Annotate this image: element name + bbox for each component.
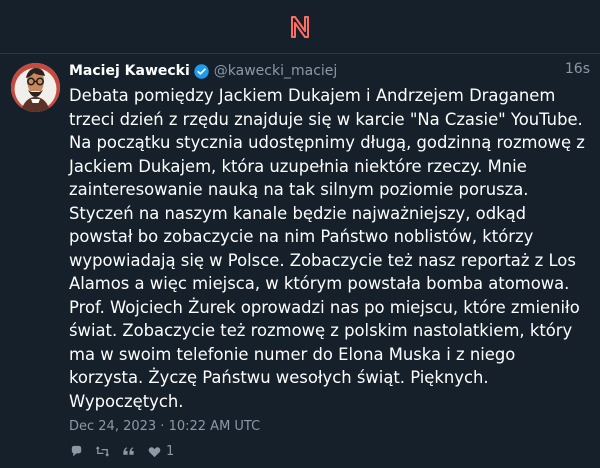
tweet-header: Maciej Kawecki @kawecki_maciej 16s	[69, 61, 590, 81]
avatar-portrait-icon	[11, 63, 60, 112]
tweet-actions: 1	[69, 441, 185, 461]
author-avatar[interactable]	[11, 63, 60, 112]
quote-icon	[123, 446, 134, 455]
author-handle[interactable]: @kawecki_maciej	[214, 63, 338, 79]
author-name[interactable]: Maciej Kawecki	[69, 63, 190, 79]
top-navigation-bar	[0, 0, 600, 54]
like-button[interactable]: 1	[147, 442, 174, 460]
reply-icon	[71, 445, 82, 456]
tweet-body: Debata pomiędzy Jackiem Dukajem i Andrze…	[69, 86, 585, 411]
quote-button[interactable]	[121, 442, 136, 460]
like-count: 1	[166, 443, 175, 459]
retweet-icon	[95, 445, 110, 457]
relative-timestamp[interactable]: 16s	[565, 61, 590, 77]
absolute-timestamp[interactable]: Dec 24, 2023 · 10:22 AM UTC	[69, 419, 590, 434]
reply-button[interactable]	[69, 442, 84, 460]
tweet-content: Maciej Kawecki @kawecki_maciej 16s Debat…	[69, 61, 590, 434]
nitter-logo-icon[interactable]	[285, 12, 315, 42]
verified-badge-icon	[194, 63, 209, 79]
app-window: Maciej Kawecki @kawecki_maciej 16s Debat…	[0, 0, 600, 468]
retweet-button[interactable]	[95, 442, 110, 460]
tweet-post: Maciej Kawecki @kawecki_maciej 16s Debat…	[0, 53, 600, 468]
heart-icon	[148, 446, 161, 457]
